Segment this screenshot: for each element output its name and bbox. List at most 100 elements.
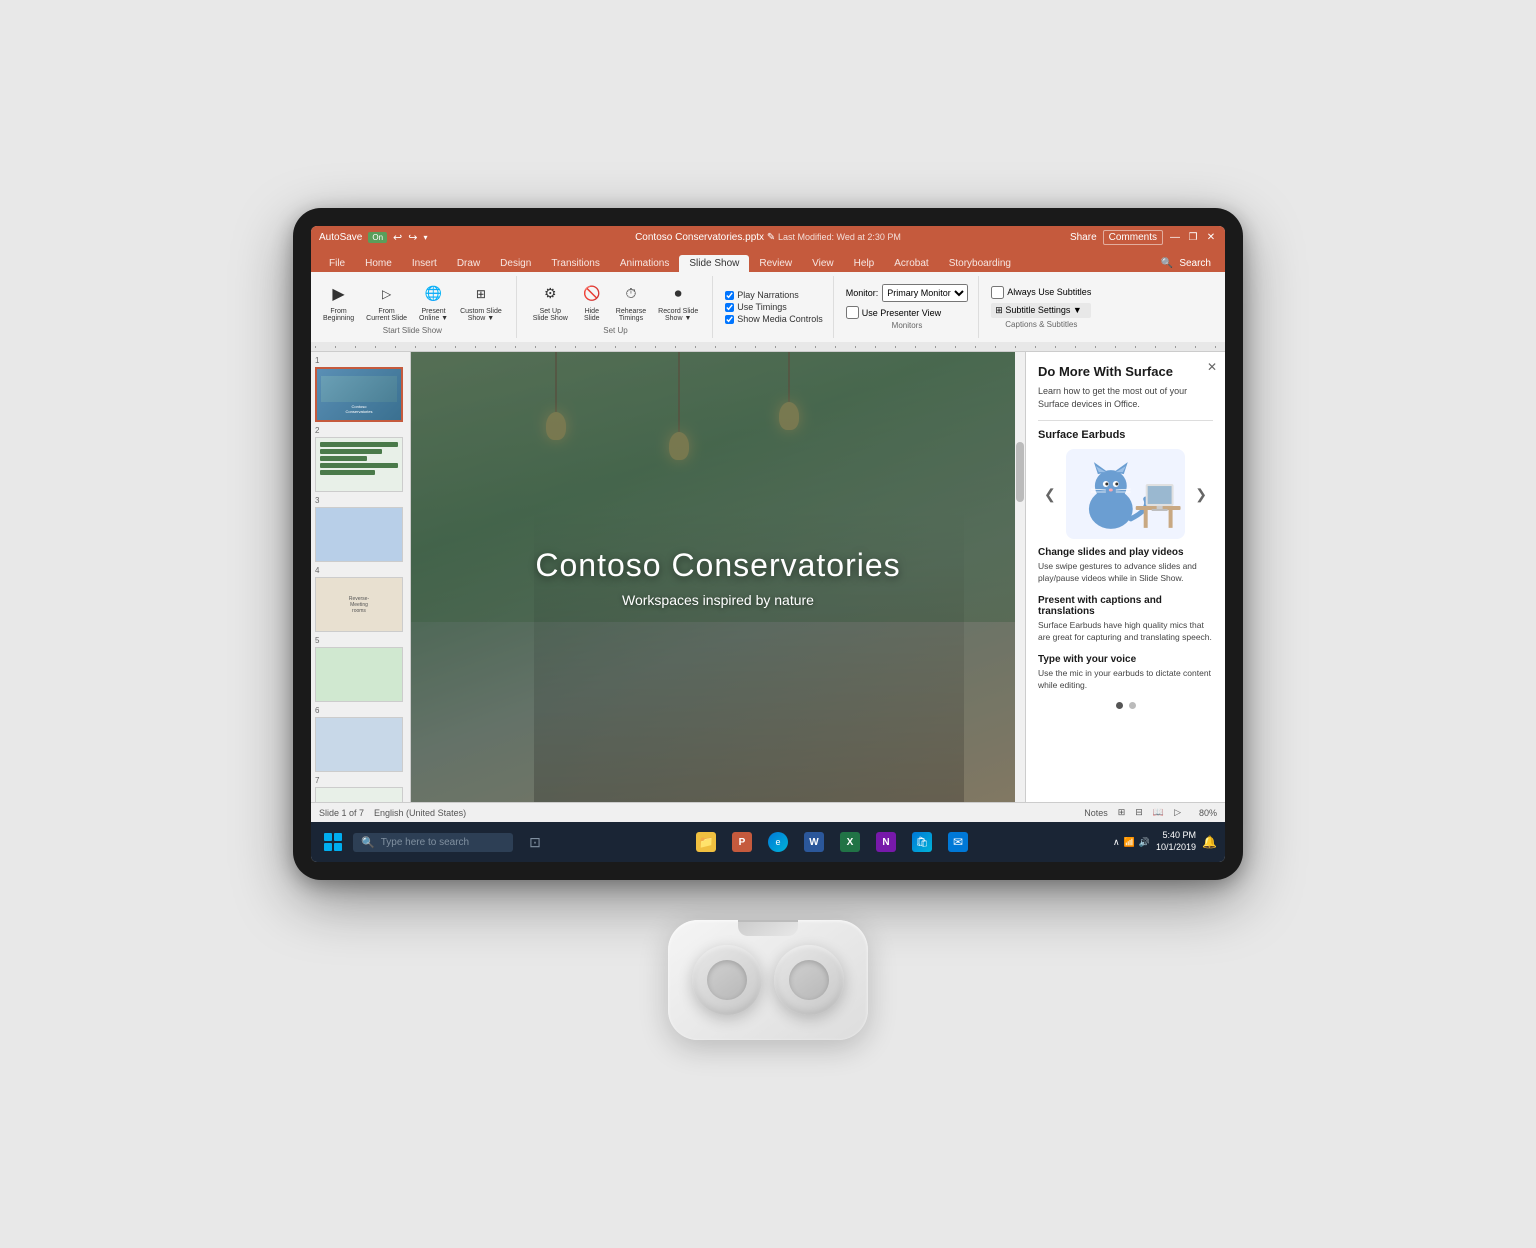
tab-storyboarding[interactable]: Storyboarding: [939, 255, 1021, 272]
earbuds-container: [668, 920, 868, 1040]
cat-illustration-svg: [1066, 454, 1186, 534]
taskbar-search[interactable]: 🔍 Type here to search: [353, 833, 513, 852]
slide-thumb-4[interactable]: 4 Reverse-Meetingrooms: [315, 566, 406, 632]
view-normal[interactable]: ⊞: [1118, 807, 1126, 818]
redo-btn[interactable]: ↪: [408, 231, 417, 244]
ribbon-group-setup: ⚙ Set UpSlide Show 🚫 HideSlide ⏱ Rehears…: [529, 276, 713, 338]
always-subtitles-option[interactable]: Always Use Subtitles: [991, 286, 1091, 299]
tab-animations[interactable]: Animations: [610, 255, 679, 272]
autosave-label: AutoSave: [319, 232, 362, 243]
setup-icon: ⚙: [538, 282, 562, 306]
setup-slideshow-btn[interactable]: ⚙ Set UpSlide Show: [529, 280, 572, 324]
tab-review[interactable]: Review: [749, 255, 802, 272]
zoom-level: 80%: [1199, 808, 1217, 818]
slide-background: Contoso Conservatories Workspaces inspir…: [411, 352, 1025, 802]
use-timings-check[interactable]: [725, 303, 734, 312]
tb-excel-btn[interactable]: X: [834, 826, 866, 858]
panel-feature-3: Type with your voice Use the mic in your…: [1038, 654, 1213, 692]
hide-slide-btn[interactable]: 🚫 HideSlide: [576, 280, 608, 324]
taskbar: 🔍 Type here to search ⊡ 📁 P e: [311, 822, 1225, 862]
status-bar: Slide 1 of 7 English (United States) Not…: [311, 802, 1225, 822]
tab-help[interactable]: Help: [844, 255, 885, 272]
slide-thumb-7[interactable]: 7: [315, 776, 406, 802]
monitor-select[interactable]: Primary Monitor: [882, 284, 968, 302]
search-label[interactable]: Search: [1179, 258, 1211, 269]
tab-insert[interactable]: Insert: [402, 255, 447, 272]
tab-acrobat[interactable]: Acrobat: [884, 255, 938, 272]
play-narrations-option[interactable]: Play Narrations: [725, 290, 823, 300]
right-panel: ✕ Do More With Surface Learn how to get …: [1025, 352, 1225, 802]
autosave-toggle[interactable]: On: [368, 232, 387, 243]
custom-slide-btn[interactable]: ⊞ Custom SlideShow ▼: [456, 280, 506, 324]
notes-btn[interactable]: Notes: [1084, 808, 1108, 818]
panel-prev-arrow[interactable]: ❮: [1038, 484, 1062, 505]
slide-thumb-img-2: [315, 437, 403, 492]
show-media-option[interactable]: Show Media Controls: [725, 314, 823, 324]
from-current-btn[interactable]: ▷ FromCurrent Slide: [362, 280, 411, 324]
show-media-check[interactable]: [725, 315, 734, 324]
windows-start-btn[interactable]: [319, 828, 347, 856]
slide-thumb-6[interactable]: 6: [315, 706, 406, 772]
status-right: Notes ⊞ ⊟ 📖 ▷ 80%: [1084, 807, 1217, 818]
tb-files-btn[interactable]: 📁: [690, 826, 722, 858]
task-view-btn[interactable]: ⊡: [519, 826, 551, 858]
tb-onenote-btn[interactable]: N: [870, 826, 902, 858]
tab-transitions[interactable]: Transitions: [541, 255, 610, 272]
panel-dot-1[interactable]: [1116, 702, 1123, 709]
tray-arrow[interactable]: ∧: [1113, 837, 1120, 848]
tb-store-btn[interactable]: 🛍: [906, 826, 938, 858]
slide-thumb-3[interactable]: 3: [315, 496, 406, 562]
task-view-icon: ⊡: [529, 834, 541, 851]
tb-ppt-btn[interactable]: P: [726, 826, 758, 858]
presenter-view-check[interactable]: [846, 306, 859, 319]
slide-thumb-2[interactable]: 2: [315, 426, 406, 492]
tb-word-btn[interactable]: W: [798, 826, 830, 858]
subtitle-settings-btn[interactable]: ⊞ Subtitle Settings ▼: [991, 303, 1091, 318]
tb-edge-btn[interactable]: e: [762, 826, 794, 858]
notification-btn[interactable]: 🔔: [1202, 835, 1217, 849]
slide-info: Slide 1 of 7: [319, 808, 364, 818]
tb-mail-btn[interactable]: ✉: [942, 826, 974, 858]
excel-icon: X: [840, 832, 860, 852]
use-timings-option[interactable]: Use Timings: [725, 302, 823, 312]
restore-btn[interactable]: ❐: [1187, 231, 1199, 243]
always-subtitles-check[interactable]: [991, 286, 1004, 299]
view-reading[interactable]: 📖: [1153, 807, 1164, 818]
tab-draw[interactable]: Draw: [447, 255, 490, 272]
undo-btn[interactable]: ↩: [393, 231, 402, 244]
tab-design[interactable]: Design: [490, 255, 541, 272]
minimize-btn[interactable]: —: [1169, 231, 1181, 243]
ribbon-group-options: Play Narrations Use Timings Show Media C…: [725, 276, 834, 338]
share-btn[interactable]: Share: [1070, 232, 1097, 243]
slide-main[interactable]: Contoso Conservatories Workspaces inspir…: [411, 352, 1025, 802]
present-online-icon: 🌐: [422, 282, 446, 306]
comments-btn[interactable]: Comments: [1103, 230, 1163, 245]
panel-next-arrow[interactable]: ❯: [1189, 484, 1213, 505]
filename: Contoso Conservatories.pptx: [635, 232, 764, 243]
volume-icon[interactable]: 🔊: [1139, 837, 1150, 848]
view-sorter[interactable]: ⊟: [1135, 807, 1143, 818]
slide-thumb-5[interactable]: 5: [315, 636, 406, 702]
tab-home[interactable]: Home: [355, 255, 402, 272]
play-narrations-check[interactable]: [725, 291, 734, 300]
presenter-view-option[interactable]: Use Presenter View: [846, 306, 969, 319]
monitors-options: Monitor: Primary Monitor Use Presenter V…: [846, 284, 969, 319]
tab-file[interactable]: File: [319, 255, 355, 272]
slide-thumb-1[interactable]: 1 ContosoConservatories: [315, 356, 406, 422]
clock-display[interactable]: 5:40 PM 10/1/2019: [1156, 830, 1196, 853]
panel-dot-2[interactable]: [1129, 702, 1136, 709]
rehearse-btn[interactable]: ⏱ RehearseTimings: [612, 280, 650, 324]
panel-title: Do More With Surface: [1038, 364, 1213, 379]
tab-view[interactable]: View: [802, 255, 844, 272]
record-btn[interactable]: ⏺ Record SlideShow ▼: [654, 280, 702, 324]
close-btn[interactable]: ✕: [1205, 231, 1217, 243]
scroll-thumb[interactable]: [1016, 442, 1024, 502]
scroll-track: [1015, 352, 1025, 802]
panel-close-btn[interactable]: ✕: [1207, 360, 1217, 374]
present-online-btn[interactable]: 🌐 PresentOnline ▼: [415, 280, 452, 324]
group-title-captions: Captions & Subtitles: [1005, 320, 1077, 329]
tab-slideshow[interactable]: Slide Show: [679, 255, 749, 272]
view-presenter[interactable]: ▷: [1174, 807, 1181, 818]
earbud-right: [774, 945, 844, 1015]
from-beginning-btn[interactable]: ▶ FromBeginning: [319, 280, 358, 324]
